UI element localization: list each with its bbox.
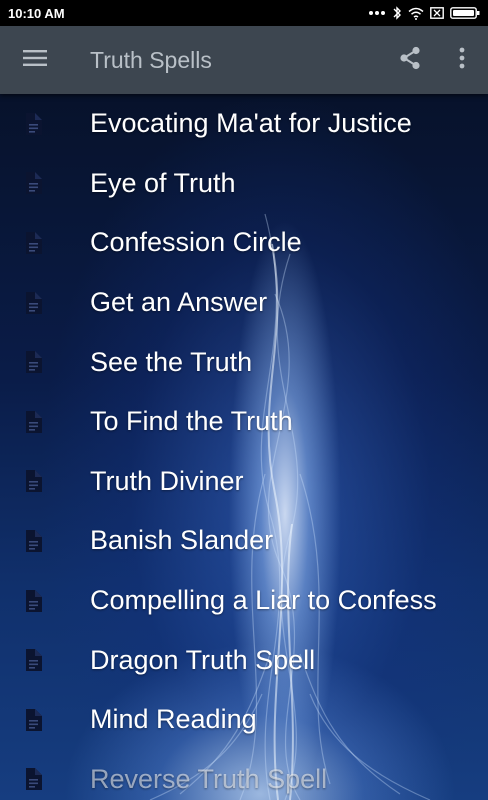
status-bar: 10:10 AM — [0, 0, 488, 26]
spell-list-container[interactable]: Evocating Ma'at for Justice Eye of Truth… — [0, 94, 488, 800]
share-button[interactable] — [384, 26, 436, 94]
document-icon — [26, 529, 42, 552]
share-icon — [399, 46, 421, 75]
list-item[interactable]: Evocating Ma'at for Justice — [0, 94, 488, 154]
document-icon — [26, 410, 42, 433]
list-item[interactable]: Banish Slander — [0, 511, 488, 571]
document-icon — [26, 231, 42, 254]
hamburger-menu-icon — [23, 49, 47, 72]
list-item[interactable]: Reverse Truth Spell — [0, 750, 488, 800]
document-icon — [26, 589, 42, 612]
list-item-label: Truth Diviner — [90, 465, 244, 496]
document-icon — [26, 470, 42, 493]
more-options-button[interactable] — [436, 26, 488, 94]
list-item[interactable]: Truth Diviner — [0, 452, 488, 512]
list-item[interactable]: Get an Answer — [0, 273, 488, 333]
status-icons — [368, 6, 480, 20]
list-item[interactable]: Compelling a Liar to Confess — [0, 571, 488, 631]
list-item-label: Compelling a Liar to Confess — [90, 585, 437, 616]
list-item[interactable]: Mind Reading — [0, 690, 488, 750]
sim-icon — [430, 7, 444, 19]
document-icon — [26, 291, 42, 314]
list-item-label: See the Truth — [90, 346, 253, 377]
list-item-label: Confession Circle — [90, 227, 302, 258]
status-time: 10:10 AM — [8, 5, 65, 21]
wifi-icon — [408, 7, 424, 20]
battery-icon — [450, 7, 480, 19]
more-vert-icon — [459, 47, 465, 74]
list-item[interactable]: Dragon Truth Spell — [0, 630, 488, 690]
list-item-label: Dragon Truth Spell — [90, 644, 316, 675]
list-item-label: Get an Answer — [90, 287, 268, 318]
document-icon — [26, 112, 42, 135]
list-item[interactable]: See the Truth — [0, 332, 488, 392]
document-icon — [26, 708, 42, 731]
list-item-label: To Find the Truth — [90, 406, 293, 437]
menu-button[interactable] — [0, 26, 70, 94]
list-item-label: Evocating Ma'at for Justice — [90, 108, 412, 139]
document-icon — [26, 351, 42, 374]
list-item-label: Reverse Truth Spell — [90, 763, 328, 794]
bluetooth-icon — [392, 6, 402, 20]
page-title: Truth Spells — [90, 46, 212, 73]
spell-list: Evocating Ma'at for Justice Eye of Truth… — [0, 94, 488, 800]
document-icon — [26, 172, 42, 195]
list-item-label: Eye of Truth — [90, 167, 236, 198]
list-item[interactable]: Eye of Truth — [0, 154, 488, 214]
document-icon — [26, 768, 42, 791]
list-item[interactable]: Confession Circle — [0, 213, 488, 273]
notification-dots-icon — [368, 10, 386, 16]
list-item-label: Mind Reading — [90, 704, 257, 735]
list-item-label: Banish Slander — [90, 525, 274, 556]
document-icon — [26, 649, 42, 672]
app-bar: Truth Spells — [0, 26, 488, 94]
list-item[interactable]: To Find the Truth — [0, 392, 488, 452]
